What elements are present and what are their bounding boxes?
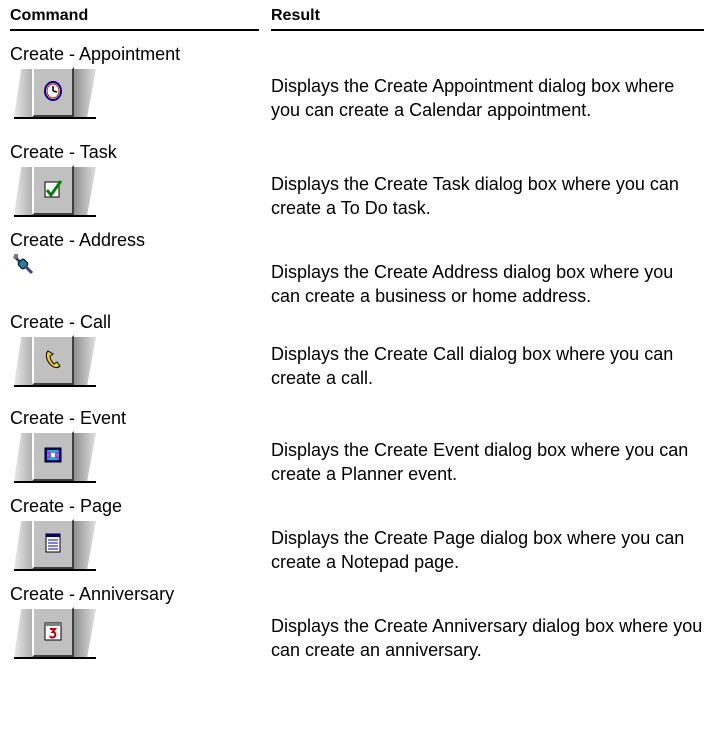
result-text: Displays the Create Task dialog box wher… xyxy=(271,174,679,218)
result-text: Displays the Create Event dialog box whe… xyxy=(271,440,689,484)
result-text: Displays the Create Page dialog box wher… xyxy=(271,528,685,572)
command-label: Create - Call xyxy=(10,312,112,332)
appointment-toolbar-button[interactable] xyxy=(14,67,97,119)
table-row: Create - Address Displays the Create Add… xyxy=(0,227,704,309)
table-row: Create - Event Displays the Create Event… xyxy=(0,405,704,493)
table-header: Command Result xyxy=(0,0,704,32)
commands-table: Command Result Create - Appointment Disp… xyxy=(0,0,704,677)
phone-icon xyxy=(45,350,61,368)
command-label: Create - Task xyxy=(10,142,117,162)
result-text: Displays the Create Address dialog box w… xyxy=(271,262,674,306)
page-toolbar-button[interactable] xyxy=(14,519,97,571)
command-label: Create - Page xyxy=(10,496,123,516)
clock-icon xyxy=(44,81,62,101)
command-header-rule xyxy=(10,29,259,31)
table-row: Create - Call Displays the Create Call d… xyxy=(0,309,704,405)
table-row: Create - Page Displays the Create Page d… xyxy=(0,493,704,581)
command-label: Create - Address xyxy=(10,230,146,250)
result-column-header: Result xyxy=(271,7,320,24)
notepad-page-icon xyxy=(45,533,61,553)
table-row: Create - Anniversary Displays the Create… xyxy=(0,581,704,677)
table-row: Create - Appointment Displays the Create… xyxy=(0,32,704,139)
anniversary-toolbar-button[interactable] xyxy=(14,607,97,659)
command-label: Create - Appointment xyxy=(10,44,181,64)
task-toolbar-button[interactable] xyxy=(14,165,97,217)
call-toolbar-button[interactable] xyxy=(14,335,97,387)
command-column-header: Command xyxy=(10,7,89,24)
result-text: Displays the Create Call dialog box wher… xyxy=(271,344,674,388)
event-toolbar-button[interactable] xyxy=(14,431,97,483)
result-text: Displays the Create Anniversary dialog b… xyxy=(271,616,703,660)
address-link-icon[interactable] xyxy=(12,253,34,275)
checkmark-icon xyxy=(44,180,62,198)
command-label: Create - Event xyxy=(10,408,127,428)
command-label: Create - Anniversary xyxy=(10,584,175,604)
event-icon xyxy=(44,447,62,463)
anniversary-calendar-icon xyxy=(44,622,62,641)
result-header-rule xyxy=(271,29,704,31)
result-text: Displays the Create Appointment dialog b… xyxy=(271,76,675,120)
table-row: Create - Task Displays the Create Task d… xyxy=(0,139,704,227)
